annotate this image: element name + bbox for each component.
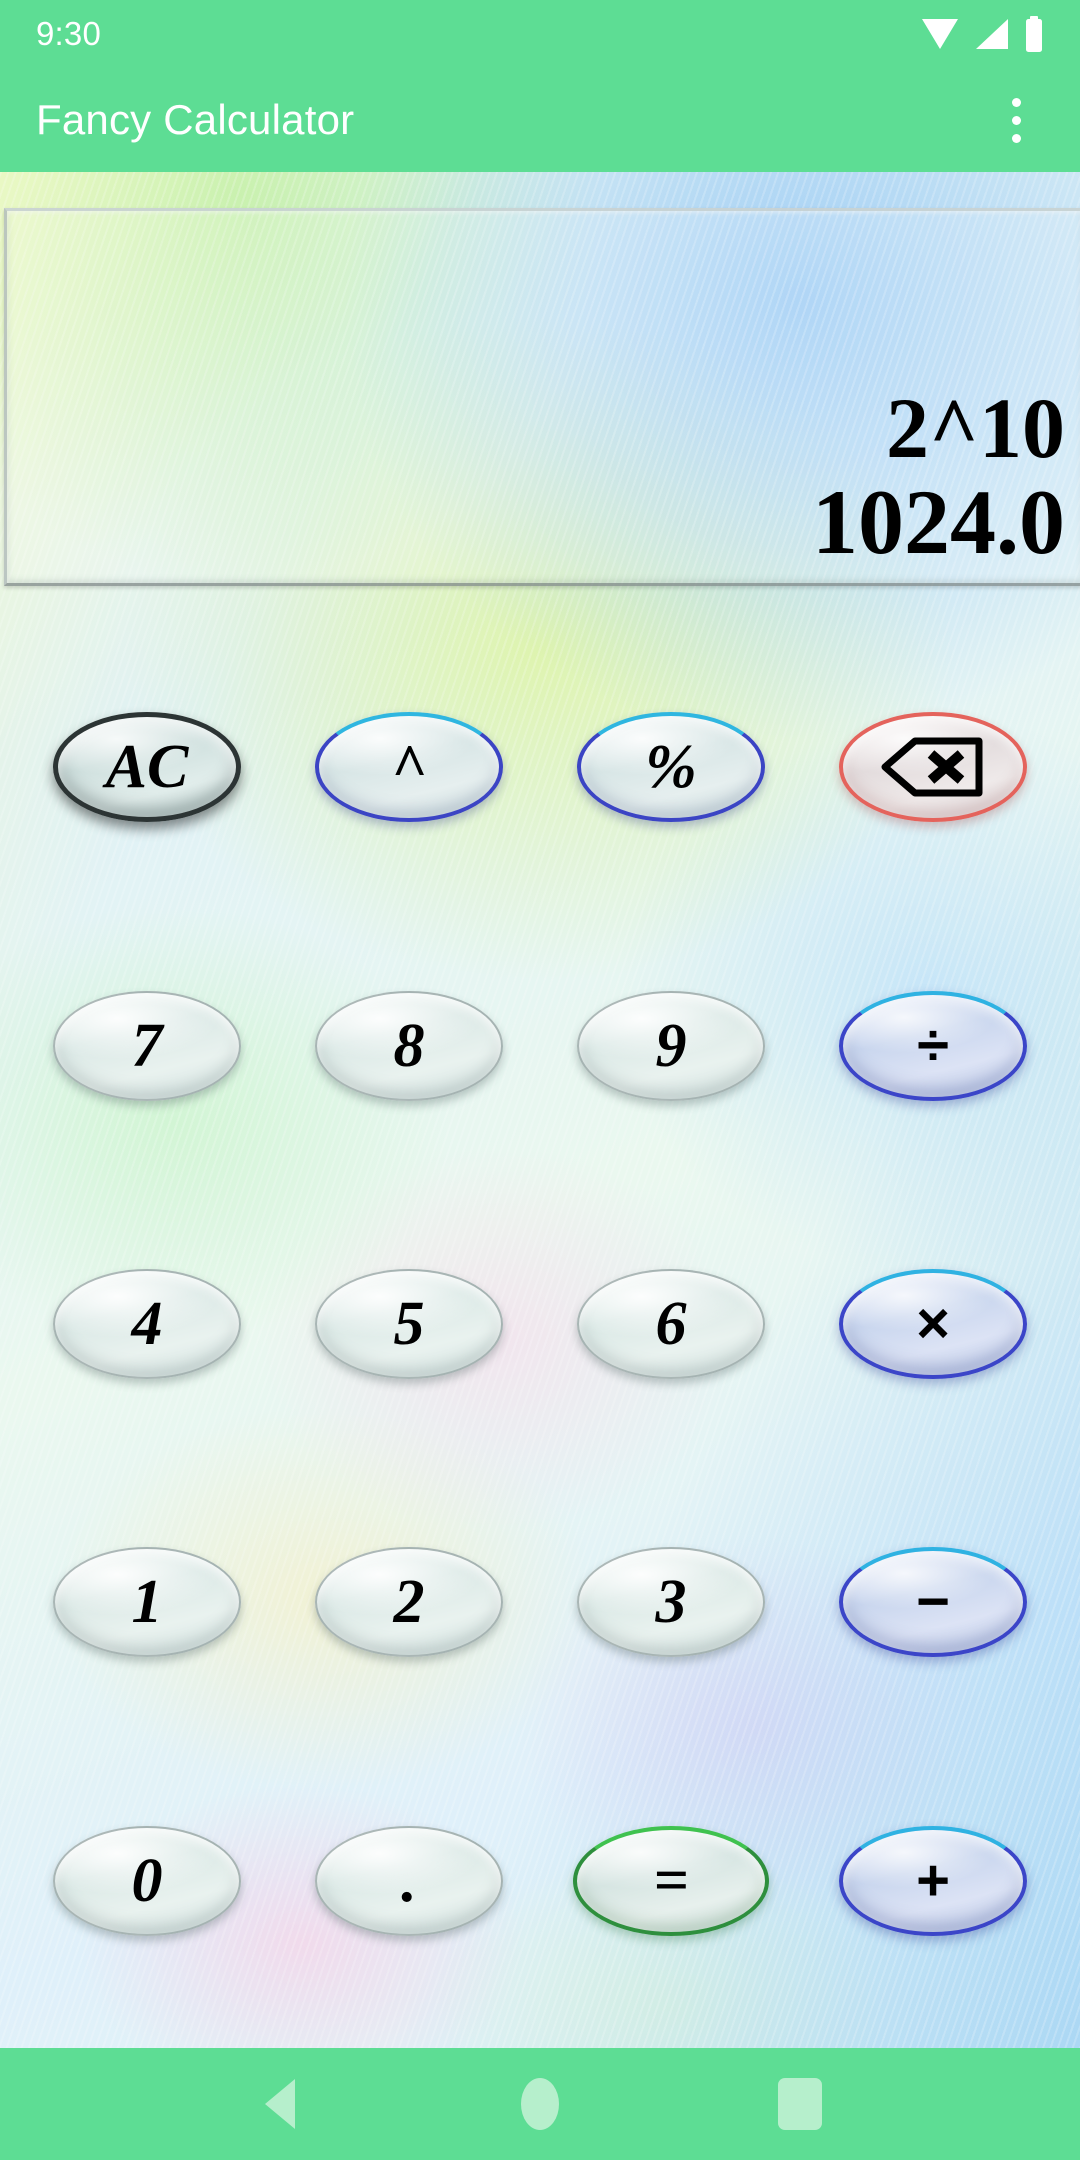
keypad-cell: 6 xyxy=(540,1269,802,1380)
key-digit-5[interactable]: 5 xyxy=(315,1269,503,1380)
display-area: 2^10 1024.0 xyxy=(0,172,1080,590)
keypad-cell: − xyxy=(802,1547,1064,1658)
keypad-cell: 4 xyxy=(16,1269,278,1380)
overflow-dot xyxy=(1011,97,1021,107)
page-title: Fancy Calculator xyxy=(36,96,355,143)
key-label: 3 xyxy=(655,1568,687,1637)
keypad-row: 0. = + xyxy=(16,1742,1064,2020)
backspace-icon xyxy=(881,737,983,797)
key-label: . xyxy=(401,1846,417,1915)
key-label: × xyxy=(916,1291,950,1357)
keypad-cell: . xyxy=(278,1825,540,1936)
back-triangle xyxy=(265,2079,295,2129)
recents-square xyxy=(778,2078,822,2130)
keypad-cell: 5 xyxy=(278,1269,540,1380)
recents-icon[interactable] xyxy=(752,2056,848,2152)
key-digit-0[interactable]: 0 xyxy=(53,1825,241,1936)
keypad-cell: 3 xyxy=(540,1547,802,1658)
app-bar: Fancy Calculator xyxy=(0,68,1080,172)
key-label: = xyxy=(653,1846,689,1915)
key-equals[interactable]: = xyxy=(573,1825,769,1936)
key-all-clear[interactable]: AC xyxy=(53,712,241,823)
key-label: % xyxy=(645,733,697,802)
cellular-signal-icon xyxy=(976,19,1008,49)
keypad-row: 4 5 6 × xyxy=(16,1185,1064,1463)
keypad-cell: ^ xyxy=(278,712,540,823)
result-text: 1024.0 xyxy=(812,471,1065,574)
key-label: 1 xyxy=(131,1568,163,1637)
key-label: + xyxy=(916,1847,950,1913)
key-subtract[interactable]: − xyxy=(839,1547,1027,1658)
keypad-cell: = xyxy=(540,1825,802,1936)
back-icon[interactable] xyxy=(232,2056,328,2152)
key-label: 9 xyxy=(655,1011,687,1080)
status-bar: 9:30 xyxy=(0,0,1080,68)
key-digit-1[interactable]: 1 xyxy=(53,1547,241,1658)
more-vert-icon[interactable] xyxy=(988,89,1044,151)
keypad-cell: 7 xyxy=(16,990,278,1101)
key-multiply[interactable]: × xyxy=(839,1269,1027,1380)
keypad-cell: 9 xyxy=(540,990,802,1101)
key-divide[interactable]: ÷ xyxy=(839,990,1027,1101)
keypad-cell: 0 xyxy=(16,1825,278,1936)
keypad-cell: AC xyxy=(16,712,278,823)
key-label: AC xyxy=(105,733,189,802)
key-label: 5 xyxy=(393,1290,425,1359)
system-nav-bar xyxy=(0,2048,1080,2160)
keypad-cell: + xyxy=(802,1825,1064,1936)
overflow-dot xyxy=(1011,133,1021,143)
display-panel[interactable]: 2^10 1024.0 xyxy=(4,208,1080,586)
home-circle xyxy=(521,2078,559,2130)
key-label: 7 xyxy=(131,1011,163,1080)
keypad: AC ^% 7 8 9 ÷ 4 5 6 × 1 2 3 − 0. = + xyxy=(0,590,1080,2048)
key-digit-2[interactable]: 2 xyxy=(315,1547,503,1658)
key-label: − xyxy=(916,1569,950,1635)
key-digit-9[interactable]: 9 xyxy=(577,990,765,1101)
keypad-cell: ÷ xyxy=(802,990,1064,1101)
key-digit-8[interactable]: 8 xyxy=(315,990,503,1101)
key-decimal-point[interactable]: . xyxy=(315,1825,503,1936)
key-digit-7[interactable]: 7 xyxy=(53,990,241,1101)
key-label: ÷ xyxy=(917,1012,949,1078)
keypad-cell: 8 xyxy=(278,990,540,1101)
wifi-icon xyxy=(922,19,958,49)
keypad-row: 7 8 9 ÷ xyxy=(16,906,1064,1184)
key-label: ^ xyxy=(391,733,427,802)
keypad-cell: 2 xyxy=(278,1547,540,1658)
key-label: 2 xyxy=(393,1568,425,1637)
key-label: 8 xyxy=(393,1011,425,1080)
key-label: 6 xyxy=(655,1290,687,1359)
status-clock: 9:30 xyxy=(36,15,102,52)
key-label: 4 xyxy=(131,1290,163,1359)
key-power[interactable]: ^ xyxy=(315,712,503,823)
expression-text: 2^10 xyxy=(886,379,1065,476)
key-digit-4[interactable]: 4 xyxy=(53,1269,241,1380)
home-icon[interactable] xyxy=(492,2056,588,2152)
keypad-cell: 1 xyxy=(16,1547,278,1658)
phone-screen: 9:30 Fancy Calculator 2^10 1024.0 AC ^ %… xyxy=(0,0,1080,2160)
key-label: 0 xyxy=(131,1846,163,1915)
keypad-cell xyxy=(802,712,1064,823)
key-backspace[interactable] xyxy=(839,712,1027,823)
keypad-cell: % xyxy=(540,712,802,823)
key-digit-6[interactable]: 6 xyxy=(577,1269,765,1380)
overflow-dot xyxy=(1011,115,1021,125)
key-percent[interactable]: % xyxy=(577,712,765,823)
key-add[interactable]: + xyxy=(839,1825,1027,1936)
keypad-row: 1 2 3 − xyxy=(16,1463,1064,1741)
keypad-cell: × xyxy=(802,1269,1064,1380)
battery-icon xyxy=(1026,16,1042,52)
status-icons xyxy=(920,16,1044,52)
key-digit-3[interactable]: 3 xyxy=(577,1547,765,1658)
keypad-row: AC ^% xyxy=(16,628,1064,906)
